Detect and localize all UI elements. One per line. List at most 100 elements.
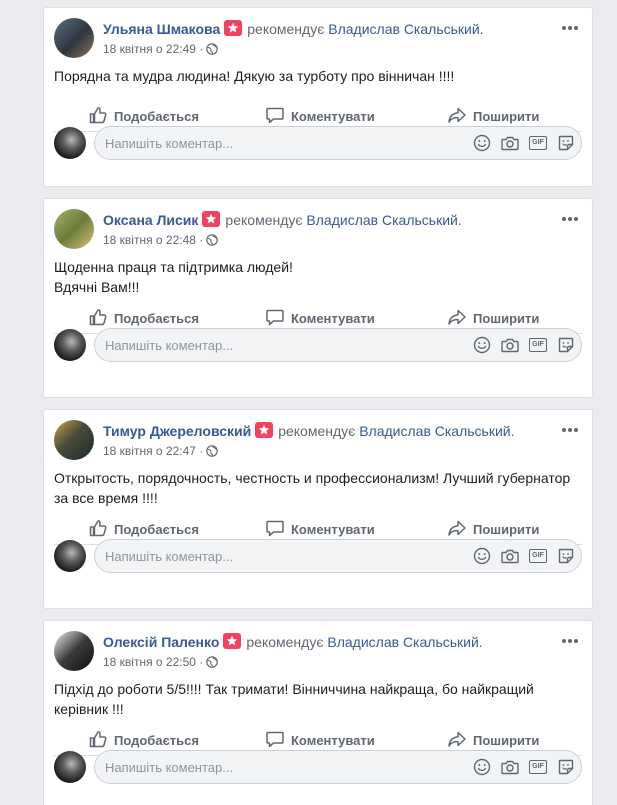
post-header: Оксана Лисик рекомендує Владислав Скальсь… (54, 209, 582, 249)
author-avatar[interactable] (54, 209, 94, 249)
author-avatar[interactable] (54, 18, 94, 58)
post-card: Тимур Джереловский рекомендує Владислав С… (43, 409, 593, 609)
recommended-page-link[interactable]: Владислав Скальський. (328, 21, 483, 37)
post-timestamp[interactable]: 18 квітня о 22:48 (103, 233, 196, 247)
author-name[interactable]: Тимур Джереловский (103, 423, 251, 439)
comment-input[interactable]: Напишіть коментар... GIF (94, 328, 582, 362)
emoji-icon[interactable] (473, 134, 493, 154)
more-icon[interactable] (562, 631, 582, 651)
author-avatar[interactable] (54, 631, 94, 671)
more-icon[interactable] (562, 18, 582, 38)
post-text-line: Порядна та мудра людина! Дякую за турбот… (54, 68, 455, 84)
post-meta: 18 квітня о 22:50 · (103, 655, 219, 671)
sticker-icon[interactable] (557, 336, 577, 356)
comment-placeholder: Напишіть коментар... (105, 549, 234, 564)
more-icon[interactable] (562, 420, 582, 440)
viewer-avatar (54, 751, 86, 783)
post-meta: 18 квітня о 22:48 · (103, 233, 219, 249)
emoji-icon[interactable] (473, 547, 493, 567)
gif-icon[interactable]: GIF (529, 547, 549, 567)
post-body: Порядна та мудра людина! Дякую за турбот… (54, 66, 578, 86)
comment-input[interactable]: Напишіть коментар... GIF (94, 539, 582, 573)
recommends-text: рекомендує (225, 212, 303, 228)
camera-icon[interactable] (501, 758, 521, 778)
like-icon (88, 729, 114, 752)
post-timestamp[interactable]: 18 квітня о 22:50 (103, 655, 196, 669)
share-icon (447, 729, 473, 752)
author-line: Тимур Джереловский рекомендує Владислав С… (103, 422, 515, 440)
post-body: Підхід до роботи 5/5!!!! Так тримати! Ві… (54, 679, 578, 719)
post-body: Открытость, порядочность, честность и пр… (54, 468, 578, 508)
camera-icon[interactable] (501, 336, 521, 356)
comment-placeholder: Напишіть коментар... (105, 760, 234, 775)
recommends-text: рекомендує (246, 634, 324, 650)
sticker-icon[interactable] (557, 547, 577, 567)
like-label: Подобається (114, 732, 199, 748)
share-label: Поширити (473, 732, 540, 748)
comment-placeholder: Напишіть коментар... (105, 136, 234, 151)
recommends-text: рекомендує (247, 21, 325, 37)
composer-tools: GIF (473, 758, 574, 778)
author-name[interactable]: Оксана Лисик (103, 212, 198, 228)
post-header: Олексій Паленко рекомендує Владислав Скал… (54, 631, 582, 671)
author-line: Оксана Лисик рекомендує Владислав Скальсь… (103, 211, 462, 229)
emoji-icon[interactable] (473, 758, 493, 778)
comment-icon (265, 105, 291, 128)
post-meta: 18 квітня о 22:49 · (103, 42, 219, 58)
recommended-page-link[interactable]: Владислав Скальський. (359, 423, 514, 439)
camera-icon[interactable] (501, 134, 521, 154)
viewer-avatar (54, 127, 86, 159)
gif-icon[interactable]: GIF (529, 134, 549, 154)
star-icon (255, 422, 274, 438)
star-icon (223, 633, 242, 649)
post-card: Ульяна Шмакова рекомендує Владислав Скаль… (43, 7, 593, 187)
star-icon (224, 20, 243, 36)
comment-input[interactable]: Напишіть коментар... GIF (94, 126, 582, 160)
camera-icon[interactable] (501, 547, 521, 567)
comment-composer: Напишіть коментар... GIF (54, 750, 582, 784)
author-line: Ульяна Шмакова рекомендує Владислав Скаль… (103, 20, 484, 38)
post-card: Олексій Паленко рекомендує Владислав Скал… (43, 620, 593, 805)
comment-composer: Напишіть коментар... GIF (54, 328, 582, 362)
like-icon (88, 307, 114, 330)
like-icon (88, 518, 114, 541)
post-text-line: Вдячні Вам!!! (54, 279, 140, 295)
gif-icon[interactable]: GIF (529, 758, 549, 778)
like-label: Подобається (114, 108, 199, 124)
post-text-line: Открытость, порядочность, честность и пр… (54, 470, 571, 486)
globe-icon (206, 445, 219, 460)
globe-icon (206, 43, 219, 58)
recommended-page-link[interactable]: Владислав Скальський. (327, 634, 482, 650)
sticker-icon[interactable] (557, 134, 577, 154)
post-timestamp[interactable]: 18 квітня о 22:49 (103, 42, 196, 56)
globe-icon (206, 234, 219, 249)
globe-icon (206, 656, 219, 671)
comment-input[interactable]: Напишіть коментар... GIF (94, 750, 582, 784)
gif-label: GIF (529, 549, 547, 563)
recommends-text: рекомендує (278, 423, 356, 439)
viewer-avatar (54, 540, 86, 572)
gif-label: GIF (529, 136, 547, 150)
comment-icon (265, 518, 291, 541)
comment-label: Коментувати (291, 732, 375, 748)
share-label: Поширити (473, 310, 540, 326)
comment-composer: Напишіть коментар... GIF (54, 539, 582, 573)
more-icon[interactable] (562, 209, 582, 229)
gif-label: GIF (529, 338, 547, 352)
share-icon (447, 307, 473, 330)
emoji-icon[interactable] (473, 336, 493, 356)
recommended-page-link[interactable]: Владислав Скальський. (306, 212, 461, 228)
author-name[interactable]: Ульяна Шмакова (103, 21, 220, 37)
share-icon (447, 518, 473, 541)
post-card: Оксана Лисик рекомендує Владислав Скальсь… (43, 198, 593, 398)
post-text-line: Підхід до роботи 5/5!!!! Так тримати! Ві… (54, 681, 534, 697)
post-timestamp[interactable]: 18 квітня о 22:47 (103, 444, 196, 458)
gif-icon[interactable]: GIF (529, 336, 549, 356)
comment-icon (265, 307, 291, 330)
author-name[interactable]: Олексій Паленко (103, 634, 219, 650)
author-avatar[interactable] (54, 420, 94, 460)
share-label: Поширити (473, 521, 540, 537)
author-line: Олексій Паленко рекомендує Владислав Скал… (103, 633, 483, 651)
sticker-icon[interactable] (557, 758, 577, 778)
comment-label: Коментувати (291, 310, 375, 326)
